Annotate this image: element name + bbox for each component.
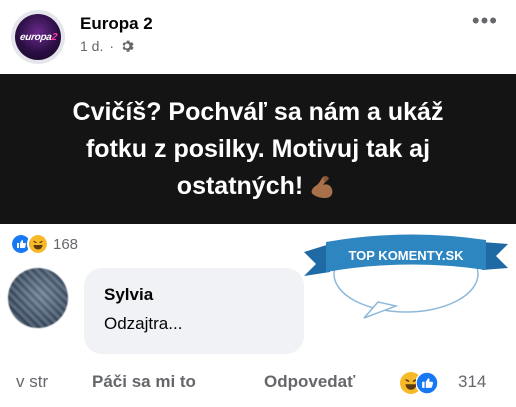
comment-author[interactable]: Sylvia bbox=[104, 285, 153, 305]
europa2-logo: europa2 bbox=[15, 14, 61, 60]
watermark-text: TOP KOMENTY.SK bbox=[348, 248, 464, 263]
banner-line-3-wrap: ostatných! bbox=[23, 168, 493, 205]
comment-reaction-count: 314 bbox=[458, 372, 487, 391]
more-options-icon[interactable]: ••• bbox=[472, 10, 498, 32]
reaction-summary[interactable]: 168 bbox=[10, 233, 78, 255]
commenter-avatar[interactable] bbox=[8, 268, 68, 328]
banner-line-1: Cvičíš? Pochváľ sa nám a ukáž bbox=[72, 97, 444, 126]
post-time[interactable]: 1 d. bbox=[80, 38, 103, 54]
logo-accent: 2 bbox=[50, 31, 58, 43]
comment-actions: v str Páči sa mi to Odpovedať bbox=[0, 372, 516, 396]
reaction-count: 168 bbox=[53, 235, 79, 253]
gear-icon bbox=[122, 40, 134, 52]
like-button[interactable]: Páči sa mi to bbox=[92, 372, 196, 392]
post-image[interactable]: Cvičíš? Pochváľ sa nám a ukáž fotku z po… bbox=[0, 74, 516, 224]
flexed-biceps-icon bbox=[311, 176, 333, 198]
banner-text: Cvičíš? Pochváľ sa nám a ukáž fotku z po… bbox=[23, 94, 493, 205]
reply-button[interactable]: Odpovedať bbox=[264, 372, 355, 392]
post-header: europa2 Europa 2 1 d. · ••• bbox=[0, 0, 516, 74]
logo-text: europa bbox=[18, 31, 52, 43]
meta-separator: · bbox=[109, 38, 115, 54]
page-name[interactable]: Europa 2 bbox=[80, 14, 153, 34]
banner-line-3: ostatných! bbox=[176, 171, 304, 200]
post-meta: 1 d. · bbox=[80, 38, 134, 54]
comment-bubble: Sylvia Odzajtra... bbox=[84, 268, 304, 354]
comment-time[interactable]: v str bbox=[16, 372, 48, 392]
comment-reactions[interactable] bbox=[400, 372, 438, 394]
topkomenty-watermark: TOP KOMENTY.SK bbox=[304, 234, 508, 319]
comment-text: Odzajtra... bbox=[104, 314, 183, 333]
banner-line-2: fotku z posilky. Motivuj tak aj bbox=[85, 134, 431, 163]
like-reaction-icon bbox=[416, 372, 438, 394]
page-avatar[interactable]: europa2 bbox=[11, 10, 65, 64]
haha-reaction-icon bbox=[27, 233, 49, 255]
